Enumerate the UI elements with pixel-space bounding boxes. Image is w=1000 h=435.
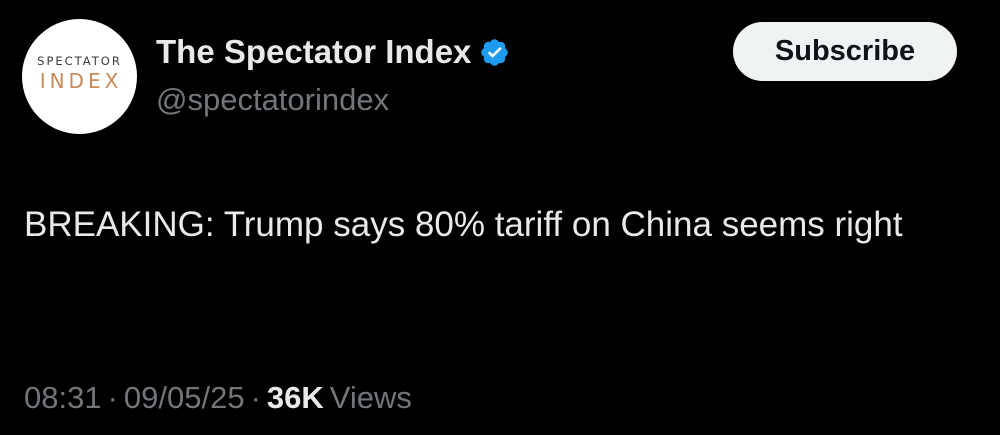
views-label: Views (329, 380, 412, 415)
verified-badge-icon (481, 38, 509, 66)
avatar-logo-top-text: SPECTATOR (37, 54, 122, 69)
name-row: The Spectator Index (156, 30, 510, 74)
tweet-metadata: 08:31 · 09/05/25 · 36K Views (24, 378, 412, 418)
subscribe-button[interactable]: Subscribe (733, 22, 957, 81)
tweet-time[interactable]: 08:31 (24, 380, 102, 415)
author-identity: The Spectator Index @spectatorindex (156, 30, 510, 120)
tweet-text: BREAKING: Trump says 80% tariff on China… (24, 205, 903, 244)
display-name[interactable]: The Spectator Index (156, 30, 471, 74)
handle[interactable]: @spectatorindex (156, 80, 510, 120)
meta-separator: · (107, 380, 118, 415)
views-count: 36K (266, 380, 324, 415)
meta-separator: · (250, 380, 261, 415)
tweet-date[interactable]: 09/05/25 (124, 380, 245, 415)
tweet-card: SPECTATOR INDEX The Spectator Index @spe… (0, 0, 1000, 435)
avatar[interactable]: SPECTATOR INDEX (22, 19, 137, 134)
avatar-logo-bottom-text: INDEX (39, 68, 123, 93)
